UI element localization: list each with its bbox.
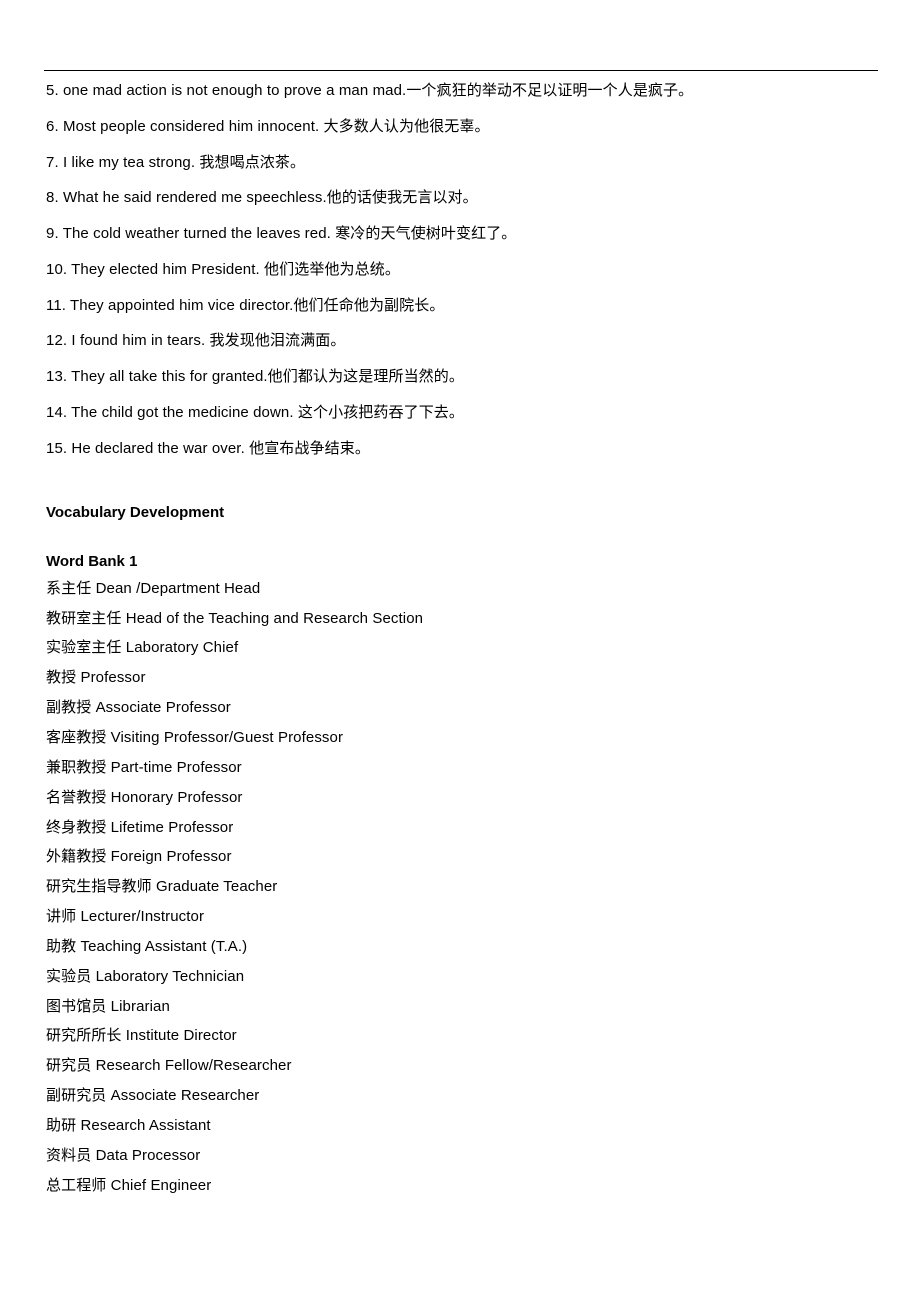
vocab-item: 外籍教授 Foreign Professor: [46, 847, 876, 867]
vocab-item: 总工程师 Chief Engineer: [46, 1176, 876, 1196]
vocab-item: 名誉教授 Honorary Professor: [46, 788, 876, 808]
section-heading-word-bank: Word Bank 1: [46, 552, 876, 572]
vocab-item: 系主任 Dean /Department Head: [46, 579, 876, 599]
vocab-item: 副研究员 Associate Researcher: [46, 1086, 876, 1106]
vocab-item: 助研 Research Assistant: [46, 1116, 876, 1136]
vocab-item: 教研室主任 Head of the Teaching and Research …: [46, 609, 876, 629]
sentence-line: 12. I found him in tears. 我发现他泪流满面。: [46, 331, 876, 351]
vocab-item: 终身教授 Lifetime Professor: [46, 818, 876, 838]
vocab-item: 研究所所长 Institute Director: [46, 1026, 876, 1046]
sentence-line: 15. He declared the war over. 他宣布战争结束。: [46, 439, 876, 459]
spacer: [46, 524, 876, 552]
vocab-item: 兼职教授 Part-time Professor: [46, 758, 876, 778]
sentence-line: 8. What he said rendered me speechless.他…: [46, 188, 876, 208]
section-heading-vocab-dev: Vocabulary Development: [46, 503, 876, 523]
vocab-item: 教授 Professor: [46, 668, 876, 688]
sentence-line: 6. Most people considered him innocent. …: [46, 117, 876, 137]
sentence-line: 11. They appointed him vice director.他们任…: [46, 296, 876, 316]
vocab-item: 图书馆员 Librarian: [46, 997, 876, 1017]
vocab-item: 研究生指导教师 Graduate Teacher: [46, 877, 876, 897]
page-content: 5. one mad action is not enough to prove…: [0, 0, 920, 1265]
sentence-line: 14. The child got the medicine down. 这个小…: [46, 403, 876, 423]
vocab-item: 副教授 Associate Professor: [46, 698, 876, 718]
horizontal-rule: [44, 70, 878, 71]
vocab-item: 客座教授 Visiting Professor/Guest Professor: [46, 728, 876, 748]
sentence-line: 10. They elected him President. 他们选举他为总统…: [46, 260, 876, 280]
sentence-line: 9. The cold weather turned the leaves re…: [46, 224, 876, 244]
vocab-item: 助教 Teaching Assistant (T.A.): [46, 937, 876, 957]
vocab-item: 研究员 Research Fellow/Researcher: [46, 1056, 876, 1076]
sentence-line: 7. I like my tea strong. 我想喝点浓茶。: [46, 153, 876, 173]
vocab-item: 实验室主任 Laboratory Chief: [46, 638, 876, 658]
sentence-line: 5. one mad action is not enough to prove…: [46, 81, 876, 101]
vocab-item: 资料员 Data Processor: [46, 1146, 876, 1166]
vocab-item: 讲师 Lecturer/Instructor: [46, 907, 876, 927]
spacer: [46, 474, 876, 503]
sentence-line: 13. They all take this for granted.他们都认为…: [46, 367, 876, 387]
vocab-item: 实验员 Laboratory Technician: [46, 967, 876, 987]
